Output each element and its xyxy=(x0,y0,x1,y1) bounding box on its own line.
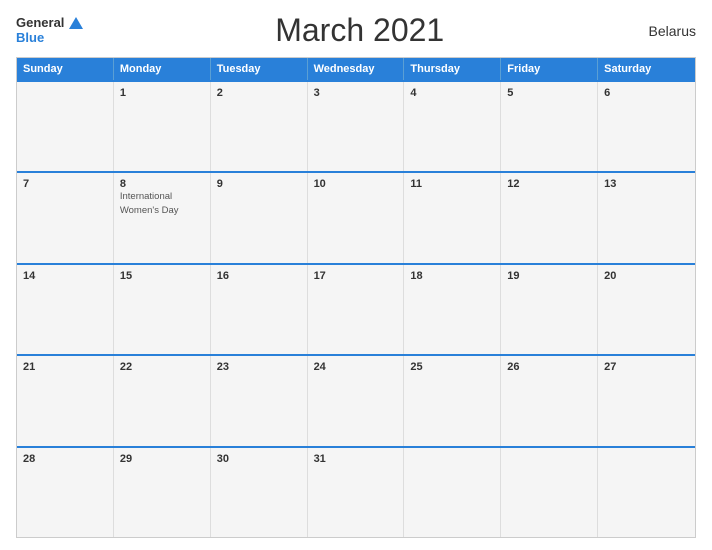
table-row: 20 xyxy=(598,265,695,354)
logo-triangle-icon xyxy=(69,17,83,29)
calendar-grid: Sunday Monday Tuesday Wednesday Thursday… xyxy=(16,57,696,538)
table-row: 19 xyxy=(501,265,598,354)
table-row: 15 xyxy=(114,265,211,354)
table-row xyxy=(404,448,501,537)
header-tuesday: Tuesday xyxy=(211,58,308,80)
table-row: 21 xyxy=(17,356,114,445)
week-1: 1 2 3 4 5 6 xyxy=(17,80,695,171)
table-row: 29 xyxy=(114,448,211,537)
calendar-title: March 2021 xyxy=(83,12,636,49)
table-row: 9 xyxy=(211,173,308,262)
week-5: 28 29 30 31 xyxy=(17,446,695,537)
header-friday: Friday xyxy=(501,58,598,80)
table-row: 30 xyxy=(211,448,308,537)
header-wednesday: Wednesday xyxy=(308,58,405,80)
table-row: 11 xyxy=(404,173,501,262)
table-row: 7 xyxy=(17,173,114,262)
table-row: 2 xyxy=(211,82,308,171)
table-row: 16 xyxy=(211,265,308,354)
week-4: 21 22 23 24 25 26 27 xyxy=(17,354,695,445)
table-row xyxy=(17,82,114,171)
table-row xyxy=(501,448,598,537)
table-row: 14 xyxy=(17,265,114,354)
table-row: 4 xyxy=(404,82,501,171)
header-saturday: Saturday xyxy=(598,58,695,80)
table-row: 5 xyxy=(501,82,598,171)
table-row: 26 xyxy=(501,356,598,445)
table-row: 13 xyxy=(598,173,695,262)
logo-general-text: General xyxy=(16,16,64,30)
table-row: 25 xyxy=(404,356,501,445)
header: General Blue March 2021 Belarus xyxy=(16,12,696,49)
table-row: 17 xyxy=(308,265,405,354)
table-row: 28 xyxy=(17,448,114,537)
table-row: 23 xyxy=(211,356,308,445)
table-row xyxy=(598,448,695,537)
table-row: 24 xyxy=(308,356,405,445)
week-3: 14 15 16 17 18 19 20 xyxy=(17,263,695,354)
header-sunday: Sunday xyxy=(17,58,114,80)
logo-blue-text: Blue xyxy=(16,31,44,45)
table-row: 10 xyxy=(308,173,405,262)
holiday-label: International Women's Day xyxy=(120,191,179,215)
calendar-body: 1 2 3 4 5 6 7 8 International Women's Da… xyxy=(17,80,695,537)
calendar-header-row: Sunday Monday Tuesday Wednesday Thursday… xyxy=(17,58,695,80)
week-2: 7 8 International Women's Day 9 10 11 12… xyxy=(17,171,695,262)
country-label: Belarus xyxy=(636,23,696,39)
logo: General Blue xyxy=(16,16,83,45)
table-row: 18 xyxy=(404,265,501,354)
header-thursday: Thursday xyxy=(404,58,501,80)
table-row: 31 xyxy=(308,448,405,537)
table-row: 8 International Women's Day xyxy=(114,173,211,262)
table-row: 27 xyxy=(598,356,695,445)
table-row: 22 xyxy=(114,356,211,445)
table-row: 3 xyxy=(308,82,405,171)
table-row: 1 xyxy=(114,82,211,171)
calendar-page: General Blue March 2021 Belarus Sunday M… xyxy=(0,0,712,550)
table-row: 6 xyxy=(598,82,695,171)
table-row: 12 xyxy=(501,173,598,262)
header-monday: Monday xyxy=(114,58,211,80)
